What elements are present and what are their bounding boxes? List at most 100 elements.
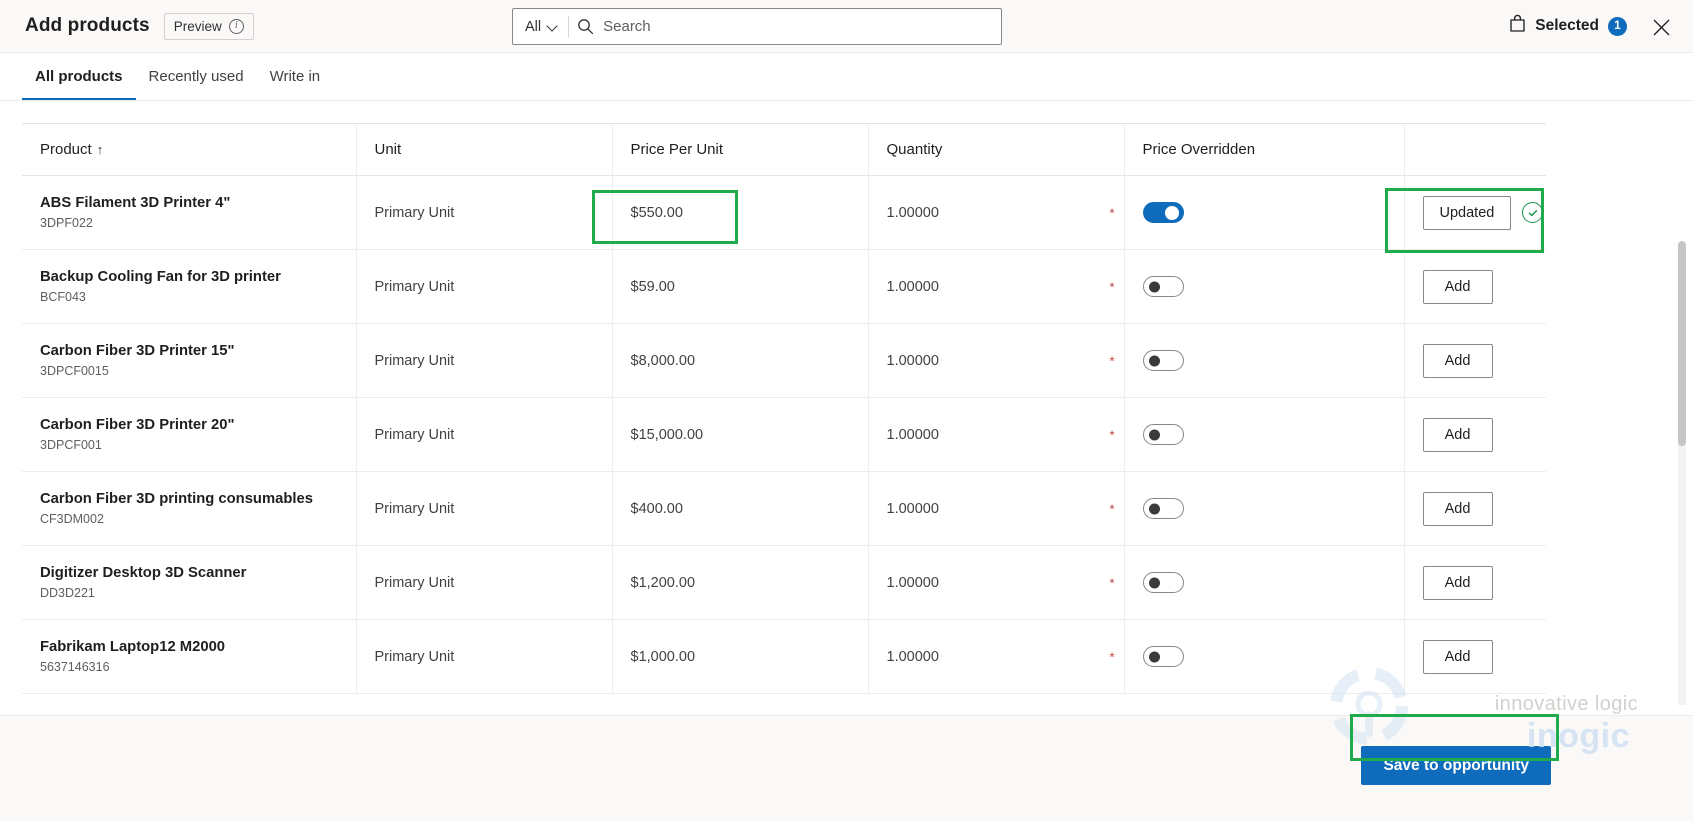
cell-action[interactable]: Add [1404,397,1546,472]
cell-price-overridden[interactable] [1124,619,1405,694]
cell-price-per-unit[interactable]: $15,000.00 [612,397,869,472]
cell-unit[interactable]: Primary Unit [356,175,613,250]
cell-product[interactable]: Digitizer Desktop 3D Scanner DD3D221 [22,545,357,620]
search-bar[interactable]: All [512,8,1002,45]
required-asterisk-icon: * [1109,575,1115,590]
product-name: ABS Filament 3D Printer 4" [40,194,231,211]
cell-price-per-unit[interactable]: $59.00 [612,249,869,324]
price-overridden-toggle[interactable] [1142,276,1184,297]
cell-action[interactable]: Add [1404,323,1546,398]
column-header-unit[interactable]: Unit [356,123,613,176]
add-button[interactable]: Add [1422,491,1493,526]
product-code: 3DPCF0015 [40,364,109,378]
cell-quantity[interactable]: 1.00000 * [868,397,1125,472]
cell-unit[interactable]: Primary Unit [356,249,613,324]
cell-price-per-unit[interactable]: $1,000.00 [612,619,869,694]
tab-all-products[interactable]: All products [22,53,136,100]
search-scope-label: All [525,18,542,35]
price-overridden-toggle[interactable] [1142,202,1184,223]
cell-action[interactable]: Add [1404,545,1546,620]
product-code: 3DPCF001 [40,438,102,452]
scrollbar-thumb[interactable] [1678,241,1686,446]
cell-price-per-unit[interactable]: $1,200.00 [612,545,869,620]
cell-price-overridden[interactable] [1124,323,1405,398]
quantity-value: 1.00000 [886,278,939,295]
price-overridden-toggle[interactable] [1142,424,1184,445]
quantity-value: 1.00000 [886,426,939,443]
close-icon[interactable] [1643,9,1679,45]
add-button[interactable]: Add [1422,343,1493,378]
cell-unit[interactable]: Primary Unit [356,397,613,472]
cell-price-per-unit[interactable]: $8,000.00 [612,323,869,398]
price-overridden-toggle[interactable] [1142,572,1184,593]
column-header-price-overridden[interactable]: Price Overridden [1124,123,1405,176]
tab-recently-used[interactable]: Recently used [136,53,257,100]
cell-quantity[interactable]: 1.00000 * [868,619,1125,694]
add-button[interactable]: Add [1422,639,1493,674]
table-row[interactable]: Carbon Fiber 3D printing consumables CF3… [22,471,1546,546]
product-code: DD3D221 [40,586,95,600]
cell-product[interactable]: Carbon Fiber 3D Printer 15" 3DPCF0015 [22,323,357,398]
cell-price-overridden[interactable] [1124,471,1405,546]
save-to-opportunity-button[interactable]: Save to opportunity [1361,746,1551,785]
cell-product[interactable]: Fabrikam Laptop12 M2000 5637146316 [22,619,357,694]
tab-label: Write in [269,68,321,85]
cell-action[interactable]: Add [1404,471,1546,546]
add-button[interactable]: Add [1422,269,1493,304]
selected-indicator[interactable]: Selected 1 [1509,0,1627,52]
cell-action[interactable]: Updated [1404,175,1546,250]
search-scope-dropdown[interactable]: All [525,19,568,35]
required-asterisk-icon: * [1109,501,1115,516]
preview-badge[interactable]: Preview i [163,12,254,40]
column-header-product[interactable]: Product ↑ [22,123,357,176]
cell-quantity[interactable]: 1.00000 * [868,323,1125,398]
table-row[interactable]: Digitizer Desktop 3D Scanner DD3D221 Pri… [22,545,1546,620]
selected-label: Selected [1535,17,1599,34]
add-button[interactable]: Add [1422,565,1493,600]
cell-unit[interactable]: Primary Unit [356,545,613,620]
cell-quantity[interactable]: 1.00000 * [868,545,1125,620]
cell-price-per-unit[interactable]: $400.00 [612,471,869,546]
column-header-actions [1404,123,1546,176]
cell-product[interactable]: Backup Cooling Fan for 3D printer BCF043 [22,249,357,324]
cell-price-overridden[interactable] [1124,397,1405,472]
cell-quantity[interactable]: 1.00000 * [868,249,1125,324]
cell-quantity[interactable]: 1.00000 * [868,471,1125,546]
quantity-value: 1.00000 [886,574,939,591]
product-name: Carbon Fiber 3D Printer 15" [40,342,235,359]
vertical-scrollbar[interactable] [1678,241,1686,705]
cell-unit[interactable]: Primary Unit [356,471,613,546]
table-row[interactable]: ABS Filament 3D Printer 4" 3DPF022 Prima… [22,175,1546,250]
cell-unit[interactable]: Primary Unit [356,619,613,694]
price-overridden-toggle[interactable] [1142,498,1184,519]
cell-product[interactable]: ABS Filament 3D Printer 4" 3DPF022 [22,175,357,250]
cell-action[interactable]: Add [1404,619,1546,694]
cell-quantity[interactable]: 1.00000 * [868,175,1125,250]
tab-label: Recently used [148,68,244,85]
product-name: Carbon Fiber 3D printing consumables [40,490,313,507]
table-row[interactable]: Backup Cooling Fan for 3D printer BCF043… [22,249,1546,324]
search-input[interactable] [601,18,1001,35]
info-circle-icon[interactable]: i [228,18,244,34]
column-header-price-per-unit[interactable]: Price Per Unit [612,123,869,176]
table-row[interactable]: Carbon Fiber 3D Printer 15" 3DPCF0015 Pr… [22,323,1546,398]
sort-ascending-arrow-icon: ↑ [96,142,104,157]
add-button[interactable]: Add [1422,417,1493,452]
cell-product[interactable]: Carbon Fiber 3D printing consumables CF3… [22,471,357,546]
table-row[interactable]: Carbon Fiber 3D Printer 20" 3DPCF001 Pri… [22,397,1546,472]
products-table: Product ↑ Unit Price Per Unit Quantity Pr… [22,123,1546,694]
cell-unit[interactable]: Primary Unit [356,323,613,398]
cell-price-overridden[interactable] [1124,249,1405,324]
cell-price-overridden[interactable] [1124,175,1405,250]
price-overridden-toggle[interactable] [1142,646,1184,667]
updated-button[interactable]: Updated [1422,195,1512,230]
cell-action[interactable]: Add [1404,249,1546,324]
cell-price-overridden[interactable] [1124,545,1405,620]
tab-write-in[interactable]: Write in [257,53,334,100]
table-row[interactable]: Fabrikam Laptop12 M2000 5637146316 Prima… [22,619,1546,694]
cell-product[interactable]: Carbon Fiber 3D Printer 20" 3DPCF001 [22,397,357,472]
column-header-quantity[interactable]: Quantity [868,123,1125,176]
required-asterisk-icon: * [1109,427,1115,442]
cell-price-per-unit[interactable]: $550.00 [612,175,869,250]
price-overridden-toggle[interactable] [1142,350,1184,371]
